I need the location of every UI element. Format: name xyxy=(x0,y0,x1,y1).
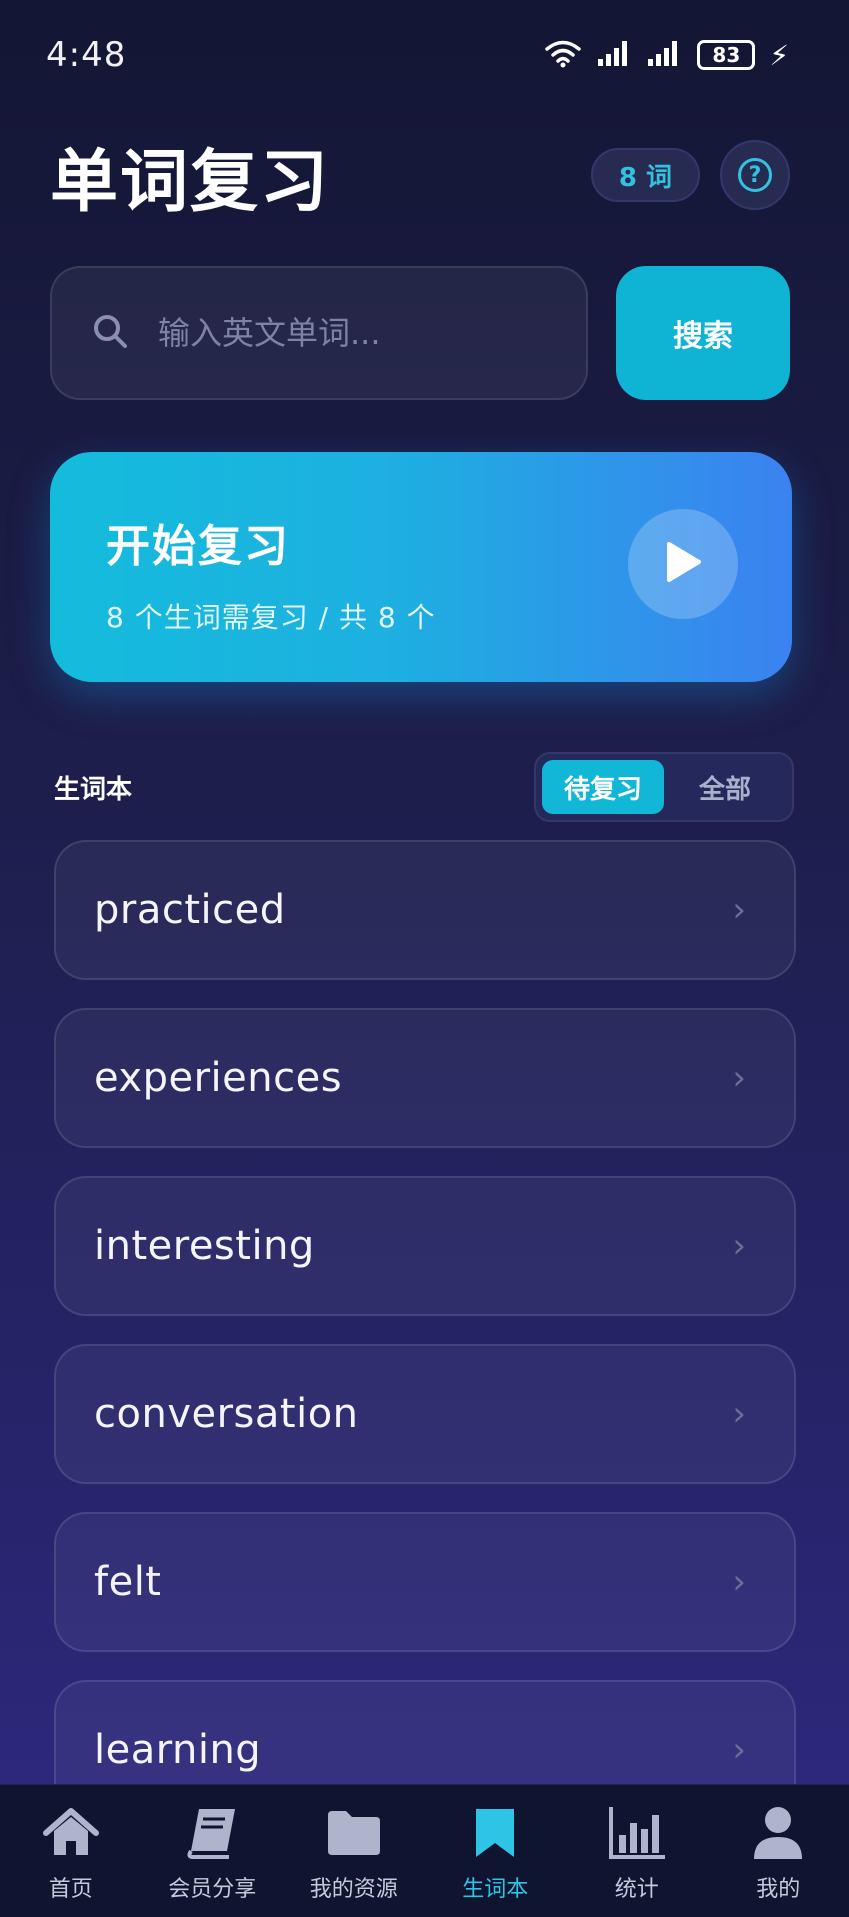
chevron-right-icon: › xyxy=(732,1394,746,1434)
bottom-nav: 首页 会员分享 我的资源 生词本 统计 我的 xyxy=(0,1784,849,1917)
help-icon: ? xyxy=(738,158,772,192)
nav-label: 首页 xyxy=(48,1877,93,1902)
nav-label: 生词本 xyxy=(462,1877,529,1902)
signal-icon xyxy=(597,39,633,71)
clock: 4:48 xyxy=(46,35,127,75)
book-icon xyxy=(183,1803,241,1863)
nav-vocab-book[interactable]: 生词本 xyxy=(425,1803,565,1903)
bookmark-icon xyxy=(472,1803,518,1863)
user-icon xyxy=(752,1803,804,1863)
header-actions: 8 词 ? xyxy=(590,140,790,210)
nav-member-share[interactable]: 会员分享 xyxy=(142,1803,282,1903)
nav-label: 我的 xyxy=(756,1877,801,1902)
vocab-section-header: 生词本 待复习 全部 xyxy=(54,752,794,822)
chevron-right-icon: › xyxy=(732,890,746,930)
wifi-icon xyxy=(543,38,583,72)
word-text: interesting xyxy=(94,1223,315,1269)
nav-label: 统计 xyxy=(614,1877,659,1902)
nav-profile[interactable]: 我的 xyxy=(708,1803,848,1903)
play-button[interactable] xyxy=(628,509,738,619)
word-text: felt xyxy=(94,1559,162,1605)
status-icons: 83 ⚡ xyxy=(543,38,789,72)
word-text: conversation xyxy=(94,1391,359,1437)
help-button[interactable]: ? xyxy=(720,140,790,210)
search-icon xyxy=(90,311,130,355)
word-list-item[interactable]: felt › xyxy=(54,1512,796,1652)
search-row: 搜索 xyxy=(50,266,790,400)
nav-label: 会员分享 xyxy=(168,1877,257,1902)
page-title: 单词复习 xyxy=(50,142,331,222)
tab-pending-review[interactable]: 待复习 xyxy=(542,760,664,814)
signal-icon xyxy=(647,39,683,71)
word-text: practiced xyxy=(94,887,286,933)
chevron-right-icon: › xyxy=(732,1226,746,1266)
nav-home[interactable]: 首页 xyxy=(1,1803,141,1903)
search-box[interactable] xyxy=(50,266,588,400)
word-list-item[interactable]: interesting › xyxy=(54,1176,796,1316)
chevron-right-icon: › xyxy=(732,1058,746,1098)
word-list-item[interactable]: experiences › xyxy=(54,1008,796,1148)
nav-label: 我的资源 xyxy=(309,1877,398,1902)
start-review-card[interactable]: 开始复习 8 个生词需复习 / 共 8 个 xyxy=(50,452,792,682)
word-count-badge[interactable]: 8 词 xyxy=(590,148,700,202)
nav-statistics[interactable]: 统计 xyxy=(567,1803,707,1903)
header: 单词复习 8 词 ? xyxy=(50,130,790,222)
search-button[interactable]: 搜索 xyxy=(616,266,790,400)
word-text: learning xyxy=(94,1727,262,1773)
word-text: experiences xyxy=(94,1055,343,1101)
status-bar: 4:48 83 ⚡ xyxy=(0,0,849,110)
word-list-item[interactable]: conversation › xyxy=(54,1344,796,1484)
charging-icon: ⚡ xyxy=(769,38,789,72)
battery-indicator: 83 xyxy=(697,40,756,70)
section-title: 生词本 xyxy=(54,774,133,805)
chevron-right-icon: › xyxy=(732,1562,746,1602)
home-icon xyxy=(42,1803,100,1863)
play-icon xyxy=(663,540,703,588)
folder-icon xyxy=(324,1803,384,1863)
nav-my-resources[interactable]: 我的资源 xyxy=(284,1803,424,1903)
filter-tabs: 待复习 全部 xyxy=(534,752,794,822)
search-input[interactable] xyxy=(158,314,518,352)
bar-chart-icon xyxy=(607,1803,667,1863)
tab-all[interactable]: 全部 xyxy=(664,760,786,814)
word-list-item[interactable]: practiced › xyxy=(54,840,796,980)
word-list: practiced › experiences › interesting › … xyxy=(54,840,796,1848)
chevron-right-icon: › xyxy=(732,1730,746,1770)
